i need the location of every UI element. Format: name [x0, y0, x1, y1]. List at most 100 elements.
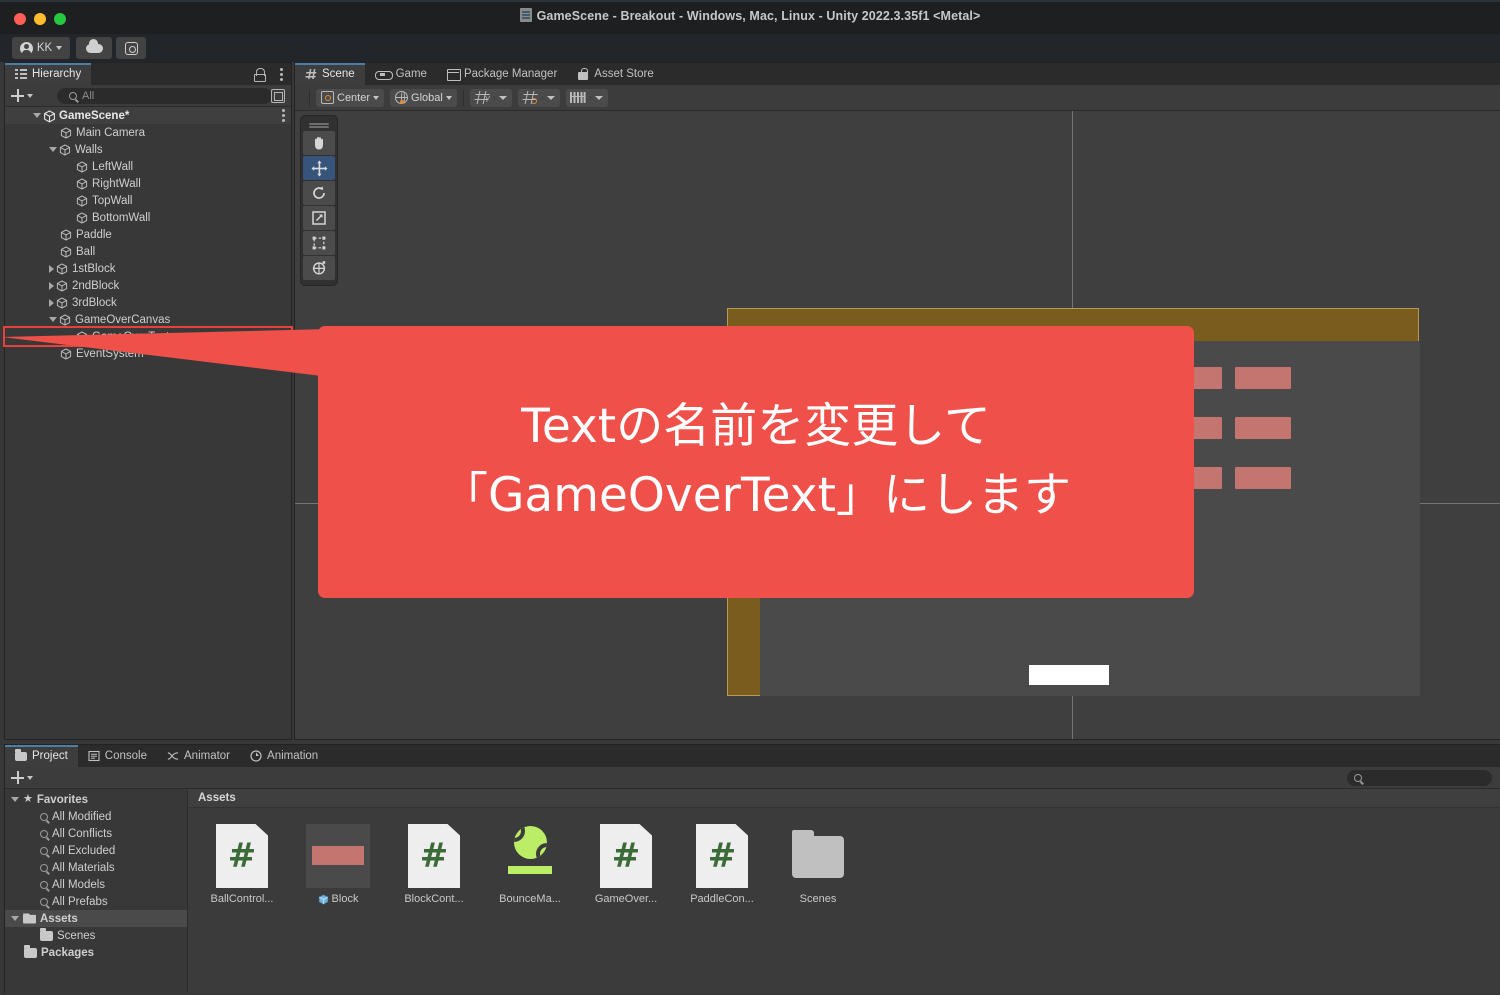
hierarchy-item-2ndblock[interactable]: 2ndBlock	[5, 277, 291, 294]
asset-label-text: Block	[331, 893, 359, 905]
hierarchy-item-main-camera[interactable]: Main Camera	[5, 124, 291, 141]
assets-breadcrumb: Assets	[188, 789, 1500, 808]
tab-animator[interactable]: Animator	[157, 745, 240, 767]
hierarchy-search-input[interactable]: All	[57, 88, 272, 104]
grid-visibility-control[interactable]: Y	[469, 88, 512, 107]
project-tree-item-packages[interactable]: Packages	[5, 944, 187, 961]
project-tree-item-all-materials[interactable]: All Materials	[5, 859, 187, 876]
grid-axis-icon[interactable]: Y	[470, 91, 494, 104]
project-tree-item-all-excluded[interactable]: All Excluded	[5, 842, 187, 859]
asset-item[interactable]: Scenes	[778, 824, 858, 905]
hierarchy-item-rightwall[interactable]: RightWall	[5, 175, 291, 192]
window-titlebar: GameScene - Breakout - Windows, Mac, Lin…	[0, 0, 1500, 34]
project-tree: ★ Favorites All Modified All Conflicts All E…	[5, 789, 188, 993]
hierarchy-item-ball[interactable]: Ball	[5, 243, 291, 260]
chevron-down-icon[interactable]	[11, 797, 19, 802]
grid-snapping-dropdown[interactable]	[541, 95, 560, 100]
cloud-button[interactable]	[76, 37, 112, 59]
chevron-down-icon	[27, 775, 33, 780]
hierarchy-item-paddle[interactable]: Paddle	[5, 226, 291, 243]
hierarchy-item-topwall[interactable]: TopWall	[5, 192, 291, 209]
csharp-script-icon: #	[402, 824, 466, 888]
hierarchy-item-bottomwall[interactable]: BottomWall	[5, 209, 291, 226]
rotate-tool-button[interactable]	[303, 181, 335, 205]
project-tree-item-favorites[interactable]: ★ Favorites	[5, 791, 187, 808]
asset-item[interactable]: # BlockCont...	[394, 824, 474, 905]
project-tree-item-assets[interactable]: Assets	[5, 910, 187, 927]
lock-icon[interactable]	[254, 68, 266, 82]
chevron-right-icon[interactable]	[49, 264, 54, 273]
asset-item[interactable]: Block	[298, 824, 378, 905]
asset-label: BlockCont...	[404, 893, 463, 905]
asset-label: Block	[318, 893, 359, 905]
palette-drag-handle[interactable]	[309, 123, 329, 125]
grid-snap-icon[interactable]	[518, 91, 542, 104]
move-tool-button[interactable]	[303, 156, 335, 180]
hierarchy-item-walls[interactable]: Walls	[5, 141, 291, 158]
hierarchy-item-eventsystem[interactable]: EventSystem	[5, 345, 291, 362]
asset-item[interactable]: # PaddleCon...	[682, 824, 762, 905]
tab-project[interactable]: Project	[5, 745, 78, 767]
handle-space-dropdown[interactable]: Global	[390, 88, 457, 107]
hierarchy-item-1stblock[interactable]: 1stBlock	[5, 260, 291, 277]
tab-animation[interactable]: Animation	[240, 745, 328, 767]
hierarchy-item-label: Walls	[75, 143, 103, 156]
account-button[interactable]: KK	[12, 37, 70, 59]
pivot-mode-dropdown[interactable]: Center	[316, 88, 385, 107]
asset-item[interactable]: # GameOver...	[586, 824, 666, 905]
chevron-right-icon[interactable]	[49, 298, 54, 307]
hierarchy-row-menu-icon[interactable]	[282, 109, 285, 122]
asset-item[interactable]: # BallControl...	[202, 824, 282, 905]
hierarchy-menu-icon[interactable]	[280, 68, 283, 81]
rect-tool-button[interactable]	[303, 231, 335, 255]
chevron-down-icon[interactable]	[33, 113, 41, 118]
hierarchy-item-gameovercanvas[interactable]: GameOverCanvas	[5, 311, 291, 328]
project-tree-label: Assets	[40, 912, 78, 925]
csharp-script-icon: #	[690, 824, 754, 888]
asset-item[interactable]: BounceMa...	[490, 824, 570, 905]
project-tree-item-scenes[interactable]: Scenes	[5, 927, 187, 944]
gamepad-icon	[374, 68, 393, 80]
asset-label-text: BlockCont...	[404, 893, 464, 905]
tab-asset-store[interactable]: Asset Store	[567, 63, 663, 85]
gameobject-icon	[76, 178, 88, 190]
project-tree-label: All Prefabs	[52, 895, 108, 908]
services-settings-button[interactable]	[116, 37, 146, 59]
tab-package-manager[interactable]: Package Manager	[437, 63, 567, 85]
tab-scene[interactable]: Scene	[295, 63, 365, 85]
project-tree-item-all-prefabs[interactable]: All Prefabs	[5, 893, 187, 910]
create-asset-button[interactable]	[11, 771, 33, 784]
chevron-down-icon[interactable]	[49, 317, 57, 322]
chevron-right-icon[interactable]	[49, 281, 54, 290]
hierarchy-item-3rdblock[interactable]: 3rdBlock	[5, 294, 291, 311]
chevron-down-icon[interactable]	[11, 916, 19, 921]
project-tree-item-all-models[interactable]: All Models	[5, 876, 187, 893]
gameobject-icon	[59, 314, 71, 326]
gameobject-icon	[60, 348, 72, 360]
hierarchy-icon	[15, 68, 27, 80]
project-search-input[interactable]	[1347, 770, 1492, 786]
create-gameobject-button[interactable]	[11, 89, 33, 102]
project-tree-item-all-conflicts[interactable]: All Conflicts	[5, 825, 187, 842]
hierarchy-item-leftwall[interactable]: LeftWall	[5, 158, 291, 175]
search-icon	[40, 829, 48, 838]
tab-label: Project	[32, 750, 68, 762]
scene-ruler-control[interactable]	[565, 88, 608, 107]
tab-console[interactable]: Console	[78, 745, 157, 767]
grid-visibility-dropdown[interactable]	[493, 95, 512, 100]
project-tree-item-all-modified[interactable]: All Modified	[5, 808, 187, 825]
chevron-down-icon[interactable]	[49, 147, 57, 152]
scale-tool-button[interactable]	[303, 206, 335, 230]
ruler-icon[interactable]	[566, 92, 590, 103]
transform-tool-button[interactable]	[303, 256, 335, 280]
tab-hierarchy[interactable]: Hierarchy	[5, 63, 92, 85]
hierarchy-item-gamescene[interactable]: GameScene*	[5, 107, 291, 124]
hand-tool-button[interactable]	[303, 131, 335, 155]
hierarchy-item-gameovertext[interactable]: GameOverText	[3, 326, 293, 347]
scene-ruler-dropdown[interactable]	[589, 95, 608, 100]
grid-snapping-control[interactable]	[517, 88, 560, 107]
hierarchy-filter-icon[interactable]	[271, 89, 285, 103]
tab-game[interactable]: Game	[365, 63, 437, 85]
